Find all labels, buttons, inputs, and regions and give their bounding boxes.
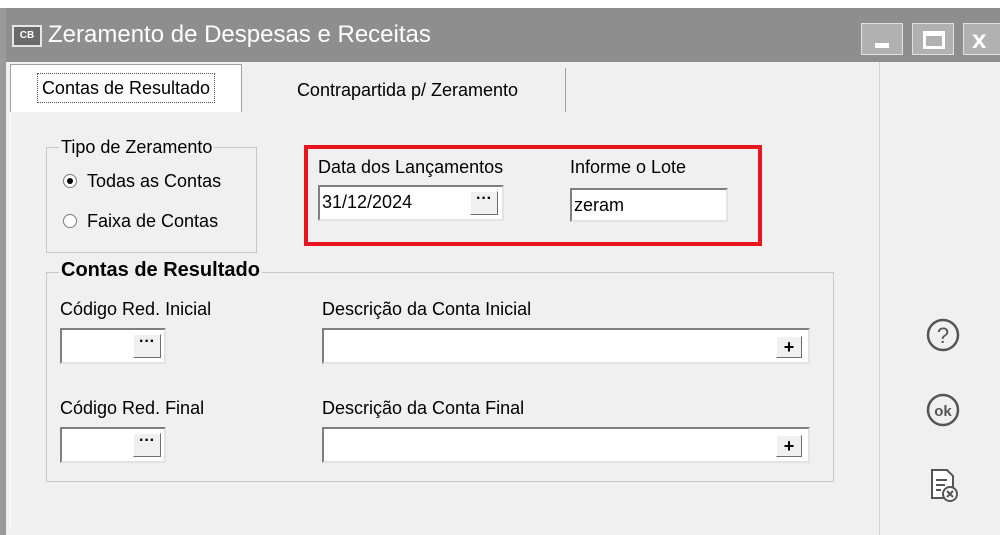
- svg-text:ok: ok: [934, 403, 952, 420]
- minimize-icon: [875, 43, 889, 48]
- tipo-zeramento-group: Tipo de Zeramento Todas as Contas Faixa …: [46, 136, 257, 253]
- app-icon: CB: [12, 25, 42, 47]
- maximize-icon: [923, 31, 945, 49]
- tab-contrapartida[interactable]: Contrapartida p/ Zeramento: [250, 68, 566, 114]
- help-icon[interactable]: ?: [925, 317, 961, 353]
- radio-label: Faixa de Contas: [87, 211, 219, 231]
- codigo-inicial-lookup-button[interactable]: ···: [133, 334, 161, 358]
- radio-label: Todas as Contas: [87, 171, 222, 191]
- ok-icon[interactable]: ok: [925, 392, 961, 428]
- group-legend: Contas de Resultado: [59, 259, 262, 281]
- tab-contas-de-resultado[interactable]: Contas de Resultado: [10, 64, 242, 114]
- radio-selected-icon: [63, 174, 77, 188]
- title-bar[interactable]: CB Zeramento de Despesas e Receitas x: [6, 8, 1000, 62]
- svg-text:?: ?: [937, 323, 949, 348]
- group-legend: Tipo de Zeramento: [59, 136, 215, 158]
- window-title: Zeramento de Despesas e Receitas: [48, 21, 431, 48]
- descricao-final-add-button[interactable]: +: [776, 435, 802, 457]
- codigo-final-lookup-button[interactable]: ···: [133, 433, 161, 457]
- codigo-inicial-label: Código Red. Inicial: [60, 299, 212, 319]
- descricao-final-field[interactable]: [322, 427, 810, 463]
- side-toolbar: ? ok: [879, 62, 1000, 535]
- radio-faixa-de-contas[interactable]: Faixa de Contas: [63, 210, 218, 232]
- highlight-box: [304, 145, 762, 246]
- codigo-final-label: Código Red. Final: [60, 398, 205, 418]
- maximize-button[interactable]: [912, 23, 954, 55]
- tab-label: Contrapartida p/ Zeramento: [296, 80, 519, 100]
- report-cancel-icon[interactable]: [925, 467, 961, 503]
- descricao-inicial-field[interactable]: [322, 328, 810, 364]
- descricao-final-label: Descrição da Conta Final: [322, 398, 525, 418]
- close-icon: x: [972, 24, 987, 54]
- radio-todas-as-contas[interactable]: Todas as Contas: [63, 170, 221, 192]
- minimize-button[interactable]: [861, 23, 903, 55]
- descricao-inicial-label: Descrição da Conta Inicial: [322, 299, 532, 319]
- radio-empty-icon: [63, 214, 77, 228]
- tab-label: Contas de Resultado: [36, 73, 216, 103]
- close-button[interactable]: x: [963, 23, 1000, 55]
- descricao-inicial-add-button[interactable]: +: [776, 336, 802, 358]
